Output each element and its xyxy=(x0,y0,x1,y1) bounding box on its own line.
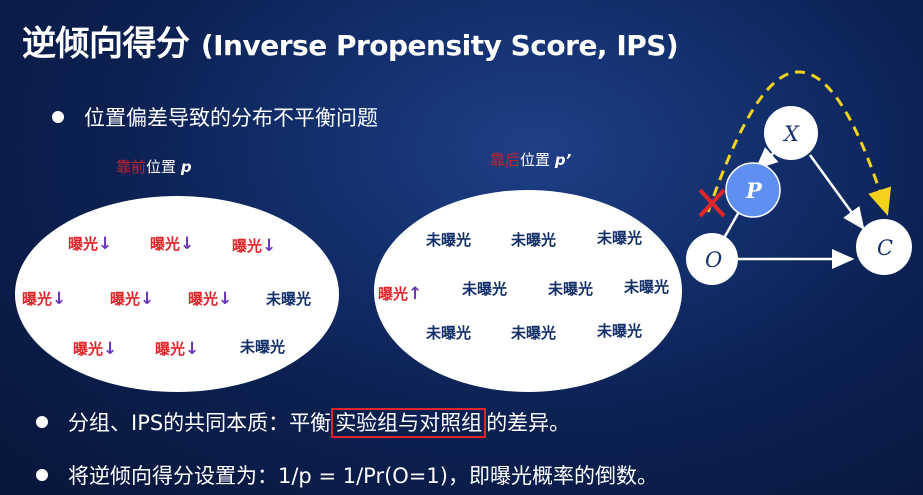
slide-title: 逆倾向得分 (Inverse Propensity Score, IPS) xyxy=(22,16,679,65)
bullet-dot-icon xyxy=(52,111,64,123)
exposed-label: 曝光 xyxy=(110,290,141,308)
edge-x-c xyxy=(808,154,865,231)
exposed-label: 曝光 xyxy=(22,290,53,308)
unexposed-item: 未曝光 xyxy=(462,280,508,298)
exposed-item: 曝光↓ xyxy=(150,233,194,254)
node-x-label: X xyxy=(782,122,800,146)
unexposed-item: 未曝光 xyxy=(624,278,670,296)
node-o-label: O xyxy=(705,248,722,272)
exposed-item: 曝光↓ xyxy=(110,288,154,309)
arrow-down-icon: ↓ xyxy=(52,289,67,309)
exposed-item: 曝光↓ xyxy=(188,288,232,309)
arrow-down-icon: ↓ xyxy=(98,234,113,254)
arrow-down-icon: ↓ xyxy=(103,339,118,359)
unexposed-item: 未曝光 xyxy=(511,324,557,342)
causal-diagram: X P O C xyxy=(686,70,912,285)
left-caption-var: p xyxy=(180,158,192,176)
edge-p-o xyxy=(722,209,742,239)
exposed-item: 曝光↓ xyxy=(232,235,276,256)
bullet-2: 分组、IPS的共同本质：平衡 实验组与对照组 的差异。 xyxy=(36,407,571,438)
exposed-label: 曝光 xyxy=(188,290,219,308)
bullet-dot-icon xyxy=(36,469,48,481)
exposed-item: 曝光↓ xyxy=(73,338,117,359)
arrow-down-icon: ↓ xyxy=(185,339,200,359)
bullet-2-text: 分组、IPS的共同本质：平衡 xyxy=(68,411,332,435)
exposed-item: 曝光↑ xyxy=(378,283,422,304)
right-caption-text: 位置 xyxy=(520,151,551,169)
unexposed-item: 未曝光 xyxy=(266,290,312,308)
exposed-label: 曝光 xyxy=(73,340,104,358)
exposed-item: 曝光↓ xyxy=(155,338,199,359)
arrow-down-icon: ↓ xyxy=(140,289,155,309)
unexposed-item: 未曝光 xyxy=(597,322,643,340)
unexposed-item: 未曝光 xyxy=(548,280,594,298)
exposed-label: 曝光 xyxy=(150,235,181,253)
slide: 逆倾向得分 (Inverse Propensity Score, IPS) 位置… xyxy=(0,0,923,495)
arrow-down-icon: ↓ xyxy=(262,236,277,256)
exposed-label: 曝光 xyxy=(68,235,99,253)
exposed-label: 曝光 xyxy=(378,285,409,303)
unexposed-item: 未曝光 xyxy=(511,231,557,249)
arrow-down-icon: ↓ xyxy=(218,289,233,309)
exposed-label: 曝光 xyxy=(155,340,186,358)
node-c-label: C xyxy=(877,236,893,260)
unexposed-item: 未曝光 xyxy=(426,231,472,249)
arrow-down-icon: ↓ xyxy=(180,234,195,254)
unexposed-item: 未曝光 xyxy=(240,338,286,356)
title-en: (Inverse Propensity Score, IPS) xyxy=(200,29,679,62)
left-caption: 靠前位置 p xyxy=(116,156,192,177)
bullet-dot-icon xyxy=(36,416,48,428)
right-caption: 靠后位置 p’ xyxy=(490,149,571,170)
node-p-label: P xyxy=(745,178,763,203)
left-caption-text: 位置 xyxy=(146,158,177,176)
title-cn: 逆倾向得分 xyxy=(22,24,190,64)
highlight-box: 实验组与对照组 xyxy=(331,408,487,438)
bullet-3: 将逆倾向得分设置为：1/p = 1/Pr(O=1)，即曝光概率的倒数。 xyxy=(36,460,658,490)
bullet-3-text: 将逆倾向得分设置为：1/p = 1/Pr(O=1)，即曝光概率的倒数。 xyxy=(68,464,658,488)
arrow-up-icon: ↑ xyxy=(408,284,423,304)
bullet-1-text: 位置偏差导致的分布不平衡问题 xyxy=(84,106,378,130)
cut-mark-icon xyxy=(698,188,726,218)
unexposed-item: 未曝光 xyxy=(597,229,643,247)
unexposed-item: 未曝光 xyxy=(426,324,472,342)
right-caption-var: p’ xyxy=(554,151,572,169)
exposed-item: 曝光↓ xyxy=(22,288,66,309)
exposed-label: 曝光 xyxy=(232,237,263,255)
right-caption-pos: 靠后 xyxy=(490,151,521,169)
bullet-2-tail: 的差异。 xyxy=(486,411,571,435)
exposed-item: 曝光↓ xyxy=(68,233,112,254)
bullet-1: 位置偏差导致的分布不平衡问题 xyxy=(52,102,378,132)
left-caption-pos: 靠前 xyxy=(116,158,147,176)
